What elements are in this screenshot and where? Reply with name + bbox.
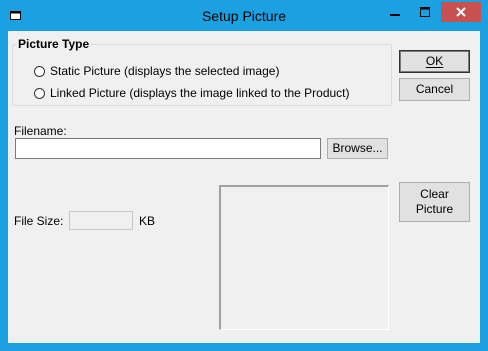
close-button[interactable] [441, 2, 481, 22]
file-size-field [69, 211, 133, 230]
picture-type-legend: Picture Type [16, 37, 92, 51]
ok-button[interactable]: OK [399, 50, 470, 73]
maximize-button[interactable] [411, 2, 439, 22]
picture-preview [219, 185, 389, 330]
cancel-button-label: Cancel [415, 82, 454, 96]
clear-picture-button[interactable]: Clear Picture [399, 182, 470, 222]
static-picture-radio[interactable] [34, 65, 45, 77]
title-bar[interactable]: Setup Picture [1, 1, 487, 31]
linked-picture-option[interactable]: Linked Picture (displays the image linke… [34, 85, 350, 101]
close-icon [456, 7, 466, 17]
filename-field[interactable] [15, 138, 321, 159]
ok-button-label: OK [425, 54, 444, 68]
picture-type-group: Picture Type Static Picture (displays th… [12, 37, 392, 106]
maximize-icon [420, 7, 430, 17]
file-size-unit: KB [139, 214, 156, 228]
static-picture-label: Static Picture (displays the selected im… [50, 64, 280, 78]
browse-button-label: Browse... [332, 141, 383, 155]
linked-picture-label: Linked Picture (displays the image linke… [50, 86, 350, 100]
browse-button[interactable]: Browse... [327, 138, 388, 159]
dialog-body: Picture Type Static Picture (displays th… [8, 31, 480, 343]
static-picture-option[interactable]: Static Picture (displays the selected im… [34, 63, 279, 79]
minimize-button[interactable] [381, 2, 409, 22]
file-size-label: File Size: [14, 214, 64, 228]
cancel-button[interactable]: Cancel [399, 78, 470, 101]
minimize-icon [390, 14, 400, 16]
linked-picture-radio[interactable] [34, 87, 45, 99]
clear-picture-label-line1: Clear [420, 187, 449, 201]
filename-label: Filename: [14, 124, 67, 138]
setup-picture-window: Setup Picture Picture Type Static Pictur… [0, 0, 488, 351]
clear-picture-label-line2: Picture [415, 202, 454, 216]
